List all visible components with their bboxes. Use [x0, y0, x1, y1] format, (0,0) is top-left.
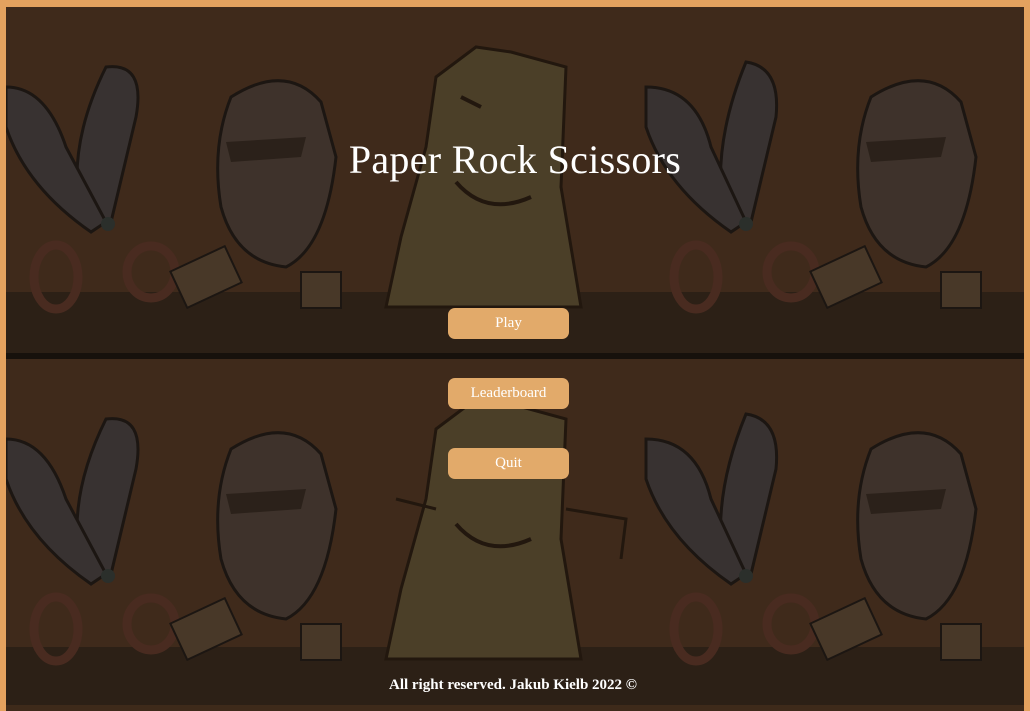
dim-overlay — [6, 7, 1024, 711]
app-frame: Paper Rock Scissors Play Leaderboard Qui… — [0, 0, 1030, 711]
play-button[interactable]: Play — [448, 308, 569, 339]
quit-button[interactable]: Quit — [448, 448, 569, 479]
leaderboard-button[interactable]: Leaderboard — [448, 378, 569, 409]
game-title: Paper Rock Scissors — [348, 137, 682, 182]
background-scene — [6, 7, 1024, 711]
copyright-footer: All right reserved. Jakub Kielb 2022 © — [388, 677, 637, 693]
